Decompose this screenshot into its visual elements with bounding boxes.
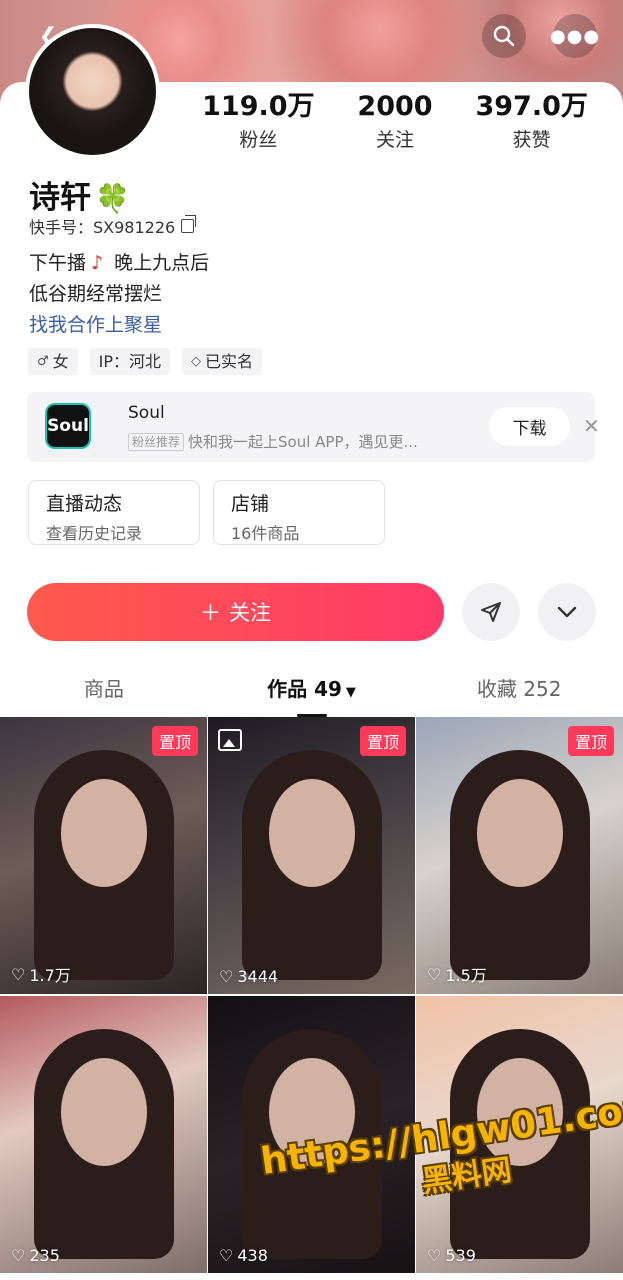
send-icon — [481, 602, 501, 622]
like-count: ♡ 539 — [427, 1246, 476, 1265]
tab-label: 作品 49 — [267, 677, 342, 701]
like-count: ♡ 1.5万 — [427, 962, 487, 986]
pinned-badge: 置顶 — [359, 726, 406, 756]
profile-tags: ♂ 女 IP：河北 ◇ 已实名 — [28, 348, 263, 375]
heart-icon: ♡ — [11, 964, 26, 984]
heart-icon: ♡ — [427, 1246, 442, 1265]
stat-value: 119.0万 — [202, 91, 315, 122]
profile-stats: 119.0万 粉丝 2000 关注 397.0万 获赞 — [190, 92, 600, 152]
tab-products[interactable]: 商品 — [0, 670, 208, 715]
like-count: ♡ 1.7万 — [11, 962, 71, 986]
heart-icon: ♡ — [11, 1246, 26, 1265]
expand-button[interactable] — [538, 583, 596, 641]
post-thumbnail[interactable]: 置顶 ♡ 1.7万 — [0, 717, 207, 994]
stat-following[interactable]: 2000 关注 — [327, 92, 464, 152]
plus-icon: ＋ — [200, 601, 221, 625]
stat-fans[interactable]: 119.0万 粉丝 — [190, 92, 327, 152]
like-count-text: 438 — [237, 1246, 268, 1265]
search-icon — [493, 25, 515, 47]
ad-title: Soul — [128, 403, 165, 423]
box-subtitle: 16件商品 — [231, 524, 300, 543]
gallery-icon — [218, 729, 242, 751]
profile-name: 诗轩 🍀 — [29, 172, 130, 217]
clover-icon: 🍀 — [95, 182, 130, 215]
stat-label: 粉丝 — [239, 129, 278, 151]
follow-button[interactable]: ＋ 关注 — [27, 583, 444, 641]
like-count: ♡ 3444 — [219, 967, 278, 986]
like-count: ♡ 438 — [219, 1246, 268, 1265]
user-id-text: 快手号：SX981226 — [29, 218, 176, 237]
follow-label: 关注 — [229, 601, 271, 625]
tag-label: 女 — [52, 352, 69, 371]
stat-value: 2000 — [357, 91, 433, 122]
chevron-down-icon — [557, 606, 577, 618]
shop-box[interactable]: 店铺 16件商品 — [213, 480, 385, 545]
stat-likes[interactable]: 397.0万 获赞 — [463, 92, 600, 152]
tab-favorites[interactable]: 收藏 252 — [415, 670, 623, 715]
caret-down-icon: ▼ — [345, 685, 356, 700]
post-thumbnail[interactable]: 置顶 ♡ 1.5万 — [416, 717, 623, 994]
more-horizontal-icon: ●●● — [549, 25, 601, 47]
tag-ip: IP：河北 — [89, 348, 171, 375]
ad-subtitle-text: 快和我一起上Soul APP，遇见更... — [188, 433, 418, 451]
content-tabs: 商品 作品 49 ▼ 收藏 252 — [0, 670, 623, 717]
tab-works[interactable]: 作品 49 ▼ — [208, 670, 416, 717]
stat-value: 397.0万 — [475, 91, 588, 122]
ad-badge: 粉丝推荐 — [128, 432, 185, 451]
like-count: ♡ 235 — [11, 1246, 60, 1265]
post-thumbnail[interactable]: 置顶 ♡ 3444 — [208, 717, 415, 994]
thumbnail-face — [60, 1058, 147, 1167]
thumbnail-face — [60, 779, 147, 888]
shield-icon: ◇ — [191, 354, 202, 369]
tag-verified[interactable]: ◇ 已实名 — [182, 348, 263, 375]
bio-line-2: 低谷期经常摆烂 — [29, 283, 163, 305]
tag-gender: ♂ 女 — [28, 348, 78, 375]
pinned-badge: 置顶 — [567, 726, 614, 756]
tag-label: IP：河北 — [98, 352, 162, 371]
heart-icon: ♡ — [219, 1246, 234, 1265]
bio-link[interactable]: 找我合作上聚星 — [29, 310, 209, 341]
ad-subtitle: 粉丝推荐 快和我一起上Soul APP，遇见更... — [128, 431, 473, 452]
close-icon[interactable]: ✕ — [583, 414, 600, 438]
bio-line-1: 下午播 ♪ 晚上九点后 — [29, 248, 209, 279]
like-count-text: 539 — [445, 1246, 476, 1265]
box-subtitle: 查看历史记录 — [46, 524, 143, 543]
name-text: 诗轩 — [29, 180, 91, 216]
gender-icon: ♂ — [37, 354, 49, 369]
user-id: 快手号：SX981226 — [29, 214, 197, 238]
bio-text: 下午播 — [29, 252, 87, 274]
tag-label: 已实名 — [205, 352, 254, 371]
like-count-text: 235 — [29, 1246, 60, 1265]
profile-bio: 下午播 ♪ 晚上九点后 低谷期经常摆烂 找我合作上聚星 — [29, 248, 209, 341]
box-title: 直播动态 — [46, 493, 123, 515]
heart-icon: ♡ — [427, 964, 442, 984]
stat-label: 获赞 — [512, 129, 551, 151]
post-thumbnail[interactable]: ♡ 235 — [0, 996, 207, 1273]
avatar[interactable] — [25, 24, 160, 159]
stat-label: 关注 — [376, 129, 415, 151]
heart-icon: ♡ — [219, 967, 234, 986]
thumbnail-face — [476, 779, 563, 888]
search-button[interactable] — [482, 14, 526, 58]
download-button[interactable]: 下载 — [489, 407, 570, 446]
pinned-badge: 置顶 — [151, 726, 198, 756]
bio-text: 晚上九点后 — [114, 252, 210, 274]
like-count-text: 3444 — [237, 967, 279, 986]
soul-logo: Soul — [45, 403, 91, 449]
box-title: 店铺 — [231, 493, 270, 515]
dancer-icon: ♪ — [90, 252, 104, 274]
thumbnail-face — [268, 779, 355, 888]
share-button[interactable] — [462, 583, 520, 641]
more-button[interactable]: ●●● — [549, 14, 601, 58]
like-count-text: 1.7万 — [29, 966, 71, 985]
like-count-text: 1.5万 — [445, 966, 487, 985]
ad-banner[interactable]: Soul Soul 粉丝推荐 快和我一起上Soul APP，遇见更... 下载 … — [27, 392, 600, 462]
copy-icon[interactable] — [181, 215, 197, 233]
live-history-box[interactable]: 直播动态 查看历史记录 — [28, 480, 200, 545]
